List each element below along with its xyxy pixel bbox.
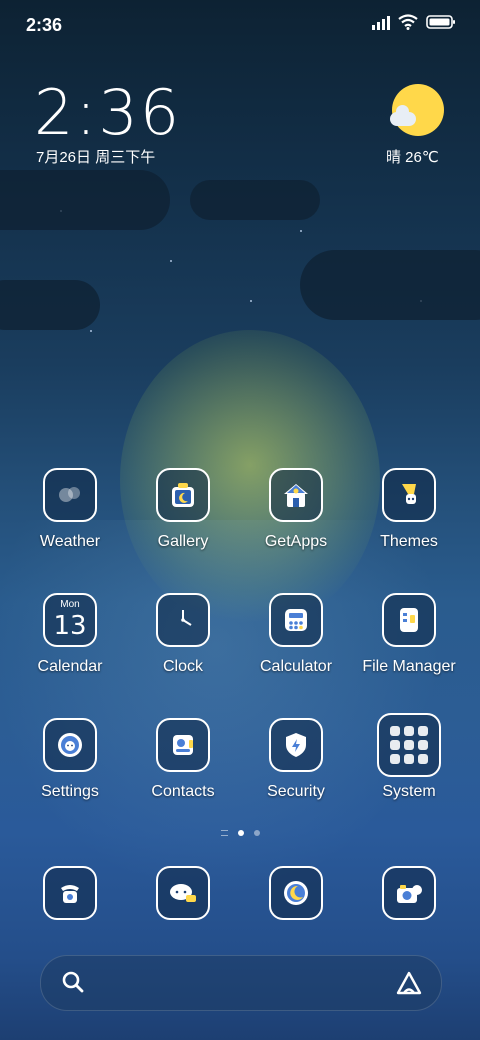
- app-label: Themes: [380, 533, 438, 550]
- app-getapps[interactable]: GetApps: [240, 468, 352, 551]
- app-label: Gallery: [157, 533, 209, 550]
- app-file-manager[interactable]: File Manager: [353, 593, 465, 676]
- calendar-day: 13: [53, 611, 87, 641]
- clock-widget-time[interactable]: 2:36: [34, 76, 181, 149]
- app-clock[interactable]: Clock: [127, 593, 239, 676]
- calculator-icon: [269, 593, 323, 647]
- signal-icon: [372, 14, 390, 30]
- page-dot-1: [237, 830, 244, 836]
- messages-icon: [156, 866, 210, 920]
- dock-phone[interactable]: [14, 866, 126, 920]
- phone-icon: [43, 866, 97, 920]
- dock-browser[interactable]: [240, 866, 352, 920]
- search-bar[interactable]: [40, 955, 442, 1011]
- browser-icon: [269, 866, 323, 920]
- getapps-icon: [269, 468, 323, 522]
- app-label: Clock: [162, 658, 203, 675]
- weather-icon: [43, 468, 97, 522]
- app-security[interactable]: Security: [240, 718, 352, 801]
- app-label: Settings: [41, 783, 99, 800]
- themes-icon: [382, 468, 436, 522]
- app-label: File Manager: [362, 658, 456, 675]
- page-dot-2: [253, 830, 260, 836]
- system-folder-icon: [377, 713, 441, 777]
- app-label: Calculator: [259, 658, 333, 675]
- app-calendar[interactable]: Mon 13 Calendar: [14, 593, 126, 676]
- gallery-icon: [156, 468, 210, 522]
- weather-widget-text: 晴 26℃: [386, 149, 439, 166]
- file-manager-icon: [382, 593, 436, 647]
- app-settings[interactable]: Settings: [14, 718, 126, 801]
- app-label: Calendar: [37, 658, 103, 675]
- search-icon[interactable]: [61, 970, 85, 994]
- clock-widget-date: 7月26日 周三下午: [36, 149, 156, 166]
- page-indicator-list-icon: [220, 830, 228, 836]
- contacts-icon: [156, 718, 210, 772]
- app-contacts[interactable]: Contacts: [127, 718, 239, 801]
- app-label: Weather: [39, 533, 101, 550]
- app-system-folder[interactable]: System: [353, 713, 465, 801]
- calendar-month: Mon: [60, 599, 80, 610]
- app-label: GetApps: [264, 533, 328, 550]
- app-label: Contacts: [151, 783, 215, 800]
- status-bar: 2:36: [0, 0, 480, 50]
- settings-icon: [43, 718, 97, 772]
- dock-messages[interactable]: [127, 866, 239, 920]
- assistant-icon[interactable]: [395, 969, 423, 997]
- status-time: 2:36: [26, 15, 63, 35]
- cloud-icon: [390, 105, 416, 126]
- clock-icon: [156, 593, 210, 647]
- calendar-icon: Mon 13: [43, 593, 97, 647]
- app-themes[interactable]: Themes: [353, 468, 465, 551]
- app-gallery[interactable]: Gallery: [127, 468, 239, 551]
- app-weather[interactable]: Weather: [14, 468, 126, 551]
- dock-camera[interactable]: [353, 866, 465, 920]
- camera-icon: [382, 866, 436, 920]
- wifi-icon: [398, 14, 418, 30]
- battery-icon: [426, 15, 455, 29]
- app-calculator[interactable]: Calculator: [240, 593, 352, 676]
- app-label: System: [382, 783, 436, 800]
- security-icon: [269, 718, 323, 772]
- app-label: Security: [267, 783, 325, 800]
- page-indicator[interactable]: [0, 830, 480, 836]
